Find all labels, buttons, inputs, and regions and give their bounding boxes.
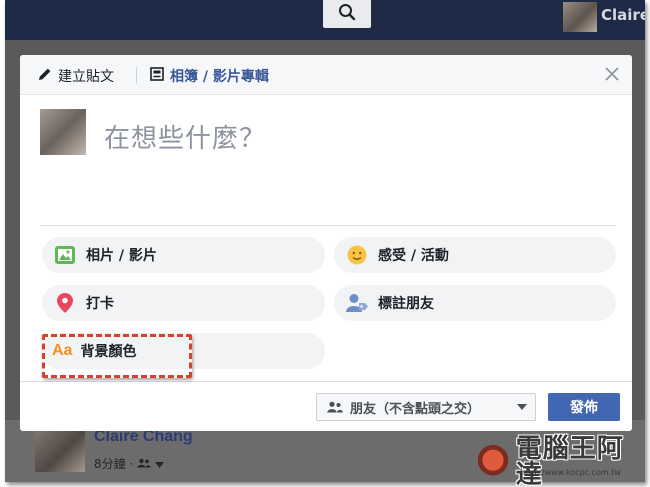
- composer-footer: 朋友（不含點頭之交） 發佈: [20, 381, 632, 431]
- post-meta: 8分鐘 ·: [94, 455, 165, 472]
- composer-divider: [40, 225, 616, 226]
- nav-avatar[interactable]: [563, 2, 597, 32]
- feeling-activity-button[interactable]: 感受 / 活動: [334, 237, 616, 273]
- screenshot-frame: Claire Claire Chang 8分鐘 · 建立貼文 相簿 / 影片專輯…: [5, 0, 645, 482]
- friends-icon: [327, 401, 343, 413]
- action-label: 感受 / 活動: [378, 248, 449, 264]
- mascot-icon: [474, 444, 512, 480]
- action-label: 相片 / 影片: [86, 248, 157, 264]
- album-icon: [150, 67, 164, 85]
- annotation-highlight-box: [42, 334, 192, 378]
- post-time[interactable]: 8分鐘 ·: [94, 455, 133, 472]
- composer-tabs: 建立貼文 相簿 / 影片專輯: [20, 55, 632, 95]
- composer-avatar: [40, 109, 86, 155]
- audience-selector[interactable]: 朋友（不含點頭之交）: [316, 393, 536, 421]
- post-author-avatar[interactable]: [35, 430, 85, 472]
- audience-label: 朋友（不含點頭之交）: [350, 401, 481, 417]
- action-label: 打卡: [86, 296, 114, 312]
- watermark-text: 電腦王阿達: [515, 434, 624, 487]
- pencil-icon: [38, 67, 52, 85]
- close-icon: [605, 66, 619, 85]
- search-icon: [338, 3, 356, 25]
- tab-divider: [136, 67, 137, 84]
- photo-icon: [54, 244, 76, 266]
- tag-friends-icon: [346, 292, 368, 314]
- watermark-url: http://www.kocpc.com.tw: [520, 468, 621, 477]
- chevron-down-icon: [517, 404, 527, 410]
- search-button[interactable]: [323, 0, 371, 28]
- composer-text-input[interactable]: 在想些什麼？: [104, 118, 266, 155]
- tag-friends-button[interactable]: 標註朋友: [334, 285, 616, 321]
- nav-user-name[interactable]: Claire: [601, 6, 645, 24]
- smiley-icon: [346, 244, 368, 266]
- tab-album[interactable]: 相簿 / 影片專輯: [150, 66, 269, 86]
- location-pin-icon: [54, 292, 76, 314]
- check-in-button[interactable]: 打卡: [42, 285, 325, 321]
- action-label: 標註朋友: [378, 296, 434, 312]
- friends-audience-icon: [137, 457, 151, 471]
- post-button[interactable]: 發佈: [548, 393, 620, 421]
- close-button[interactable]: [602, 65, 622, 85]
- chevron-down-icon[interactable]: [155, 457, 165, 471]
- top-nav-bar: Claire: [5, 0, 645, 40]
- tab-label: 相簿 / 影片專輯: [170, 69, 269, 85]
- tab-label: 建立貼文: [58, 69, 114, 85]
- watermark: 電腦王阿達: [474, 436, 650, 487]
- tab-create-post[interactable]: 建立貼文: [38, 66, 114, 86]
- add-photo-video-button[interactable]: 相片 / 影片: [42, 237, 325, 273]
